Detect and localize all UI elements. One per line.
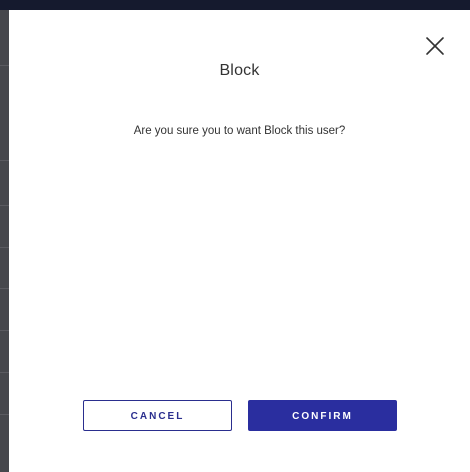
background-divider [0,247,9,248]
background-divider [0,205,9,206]
background-divider [0,65,9,66]
dialog-message: Are you sure you to want Block this user… [133,125,346,137]
background-divider [0,330,9,331]
background-page-edge [0,10,9,472]
cancel-button[interactable]: CANCEL [83,400,232,431]
background-header-strip [0,0,470,10]
block-user-dialog: Block Are you sure you to want Block thi… [9,10,470,472]
close-icon [426,37,444,55]
confirm-button[interactable]: CONFIRM [248,400,397,431]
background-divider [0,372,9,373]
close-button[interactable] [424,35,446,57]
background-divider [0,414,9,415]
background-divider [0,288,9,289]
background-divider [0,160,9,161]
dialog-title: Block [219,62,260,79]
